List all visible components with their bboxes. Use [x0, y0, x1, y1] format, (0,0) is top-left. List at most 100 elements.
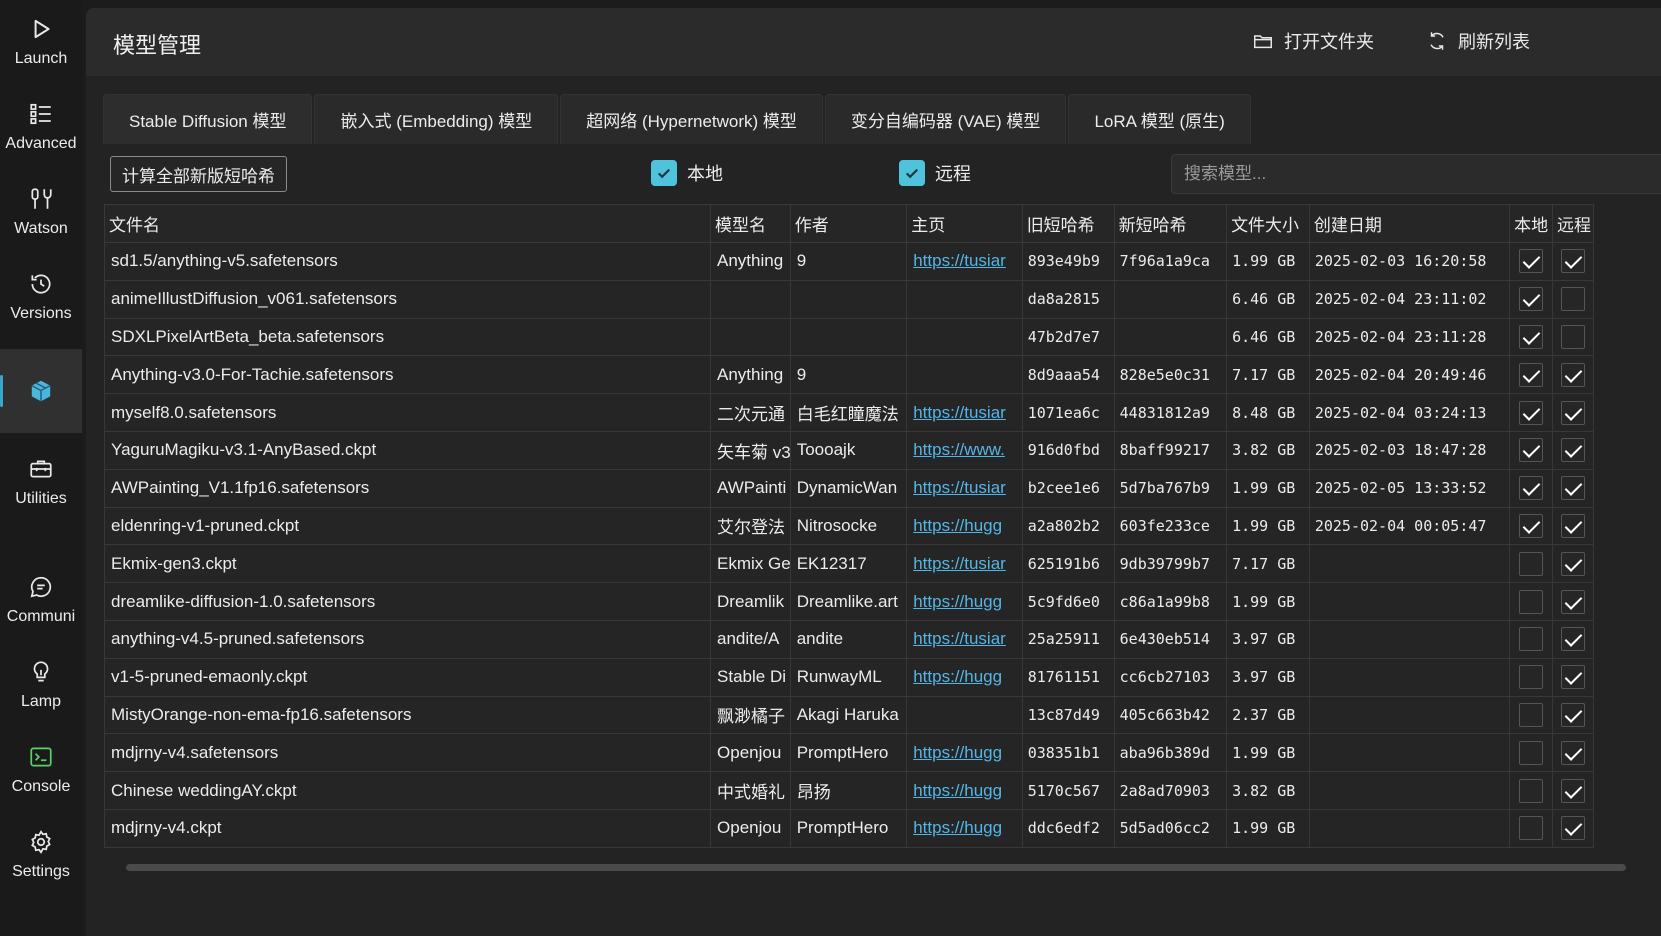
cell-local: [1509, 808, 1554, 848]
cell-homepage-link[interactable]: https://hugg: [906, 506, 1023, 546]
local-checkbox[interactable]: [1519, 589, 1544, 614]
local-checkbox[interactable]: [1519, 627, 1544, 652]
nav-versions[interactable]: Versions: [0, 255, 82, 339]
table-row[interactable]: mdjrny-v4.safetensors Openjou PromptHero ht…: [104, 733, 1594, 773]
tab-embedding[interactable]: 嵌入式 (Embedding) 模型: [314, 94, 559, 144]
cell-homepage-link[interactable]: https://hugg: [906, 733, 1023, 773]
col-header-old-hash[interactable]: 旧短哈希: [1021, 204, 1115, 243]
scrollbar-thumb[interactable]: [126, 864, 1626, 871]
local-checkbox[interactable]: [1519, 513, 1544, 538]
remote-checkbox[interactable]: [1561, 778, 1586, 803]
cell-homepage-link[interactable]: https://tusiar: [906, 544, 1023, 584]
remote-checkbox[interactable]: [1561, 627, 1586, 652]
remote-checkbox[interactable]: [1561, 551, 1586, 576]
nav-settings[interactable]: Settings: [0, 813, 82, 897]
local-checkbox[interactable]: [1519, 400, 1544, 425]
remote-checkbox[interactable]: [1561, 513, 1586, 538]
nav-watson[interactable]: Watson: [0, 170, 82, 254]
cell-local: [1509, 355, 1554, 395]
horizontal-scrollbar[interactable]: [104, 860, 1661, 874]
local-checkbox[interactable]: [1519, 362, 1544, 387]
col-header-filename[interactable]: 文件名: [104, 204, 712, 243]
col-header-homepage[interactable]: 主页: [906, 204, 1023, 243]
cell-homepage-link[interactable]: https://www.: [906, 430, 1023, 470]
table-row[interactable]: mdjrny-v4.ckpt Openjou PromptHero https://h…: [104, 808, 1594, 848]
remote-checkbox[interactable]: [1561, 362, 1586, 387]
refresh-list-button[interactable]: 刷新列表: [1426, 24, 1530, 58]
remote-checkbox[interactable]: [1561, 438, 1586, 463]
cell-homepage-link[interactable]: https://tusiar: [906, 619, 1023, 659]
local-checkbox[interactable]: [1519, 249, 1544, 274]
col-header-model-name[interactable]: 模型名: [710, 204, 791, 243]
table-row[interactable]: eldenring-v1-pruned.ckpt 艾尔登法 Nitrosocke ht…: [104, 506, 1594, 546]
tab-hypernetwork[interactable]: 超网络 (Hypernetwork) 模型: [560, 94, 823, 144]
table-row[interactable]: sd1.5/anything-v5.safetensors Anything 9 ht…: [104, 242, 1594, 281]
remote-checkbox[interactable]: [1561, 249, 1586, 274]
local-checkbox[interactable]: [1519, 324, 1544, 349]
nav-models[interactable]: [0, 349, 82, 433]
table-row[interactable]: Chinese weddingAY.ckpt 中式婚礼 昂扬 https://hugg…: [104, 771, 1594, 810]
cell-homepage-link[interactable]: https://hugg: [906, 582, 1023, 621]
col-header-remote[interactable]: 远程: [1552, 204, 1594, 243]
local-checkbox[interactable]: [1519, 287, 1544, 312]
remote-checkbox[interactable]: [1561, 324, 1586, 349]
model-type-tabs: Stable Diffusion 模型 嵌入式 (Embedding) 模型 超…: [103, 94, 1251, 144]
nav-community[interactable]: Communi: [0, 558, 82, 642]
table-row[interactable]: v1-5-pruned-emaonly.ckpt Stable Di RunwayM…: [104, 657, 1594, 697]
page-title: 模型管理: [113, 33, 202, 58]
table-row[interactable]: Ekmix-gen3.ckpt Ekmix Ge EK12317 https://tu…: [104, 544, 1594, 584]
cell-model-name: 艾尔登法: [710, 506, 791, 546]
table-row[interactable]: dreamlike-diffusion-1.0.safetensors Dream…: [104, 582, 1594, 621]
cell-homepage-link[interactable]: https://hugg: [906, 771, 1023, 810]
cell-homepage-link[interactable]: https://hugg: [906, 657, 1023, 697]
local-checkbox[interactable]: [1519, 551, 1544, 576]
filter-local-checkbox[interactable]: 本地: [651, 160, 723, 186]
table-row[interactable]: Anything-v3.0-For-Tachie.safetensors Anyt…: [104, 355, 1594, 395]
table-row[interactable]: MistyOrange-non-ema-fp16.safetensors 飘渺橘子…: [104, 695, 1594, 735]
col-header-author[interactable]: 作者: [789, 204, 908, 243]
col-header-new-hash[interactable]: 新短哈希: [1113, 204, 1228, 243]
table-row[interactable]: YaguruMagiku-v3.1-AnyBased.ckpt 矢车菊 v3 Too…: [104, 430, 1594, 470]
local-checkbox[interactable]: [1519, 702, 1544, 727]
remote-checkbox[interactable]: [1561, 476, 1586, 501]
calc-all-hash-button[interactable]: 计算全部新版短哈希: [110, 156, 287, 192]
open-folder-button[interactable]: 打开文件夹: [1252, 24, 1374, 58]
table-row[interactable]: animeIllustDiffusion_v061.safetensors da8…: [104, 279, 1594, 319]
local-checkbox[interactable]: [1519, 778, 1544, 803]
col-header-local[interactable]: 本地: [1509, 204, 1554, 243]
table-row[interactable]: myself8.0.safetensors 二次元通 白毛红瞳魔法 https://t…: [104, 393, 1594, 432]
cell-homepage-link[interactable]: https://tusiar: [906, 468, 1023, 508]
tab-vae[interactable]: 变分自编码器 (VAE) 模型: [824, 94, 1067, 144]
filter-remote-checkbox[interactable]: 远程: [899, 160, 971, 186]
remote-checkbox[interactable]: [1561, 287, 1586, 312]
col-header-created[interactable]: 创建日期: [1308, 204, 1511, 243]
remote-checkbox[interactable]: [1561, 816, 1586, 841]
cell-homepage-link[interactable]: https://tusiar: [906, 242, 1023, 281]
nav-launch[interactable]: Launch: [0, 0, 82, 84]
tab-lora[interactable]: LoRA 模型 (原生): [1068, 94, 1251, 144]
cell-homepage-link[interactable]: https://tusiar: [906, 393, 1023, 432]
remote-checkbox[interactable]: [1561, 702, 1586, 727]
remote-checkbox[interactable]: [1561, 589, 1586, 614]
local-checkbox[interactable]: [1519, 476, 1544, 501]
remote-checkbox[interactable]: [1561, 400, 1586, 425]
search-input[interactable]: [1171, 154, 1661, 194]
local-checkbox[interactable]: [1519, 665, 1544, 690]
table-row[interactable]: anything-v4.5-pruned.safetensors andite/A…: [104, 619, 1594, 659]
cell-homepage-link[interactable]: https://hugg: [906, 808, 1023, 848]
tab-stable-diffusion[interactable]: Stable Diffusion 模型: [103, 94, 313, 144]
local-checkbox[interactable]: [1519, 438, 1544, 463]
nav-lamp[interactable]: Lamp: [0, 643, 82, 727]
cell-homepage-link: [906, 695, 1023, 735]
nav-console[interactable]: Console: [0, 728, 82, 812]
table-row[interactable]: AWPainting_V1.1fp16.safetensors AWPainti D…: [104, 468, 1594, 508]
remote-checkbox[interactable]: [1561, 665, 1586, 690]
local-checkbox[interactable]: [1519, 816, 1544, 841]
table-row[interactable]: SDXLPixelArtBeta_beta.safetensors 47b2d7e…: [104, 317, 1594, 357]
col-header-file-size[interactable]: 文件大小: [1226, 204, 1310, 243]
cell-author: 9: [789, 242, 908, 281]
remote-checkbox[interactable]: [1561, 740, 1586, 765]
nav-advanced[interactable]: Advanced: [0, 85, 82, 169]
nav-utilities[interactable]: Utilities: [0, 440, 82, 524]
local-checkbox[interactable]: [1519, 740, 1544, 765]
